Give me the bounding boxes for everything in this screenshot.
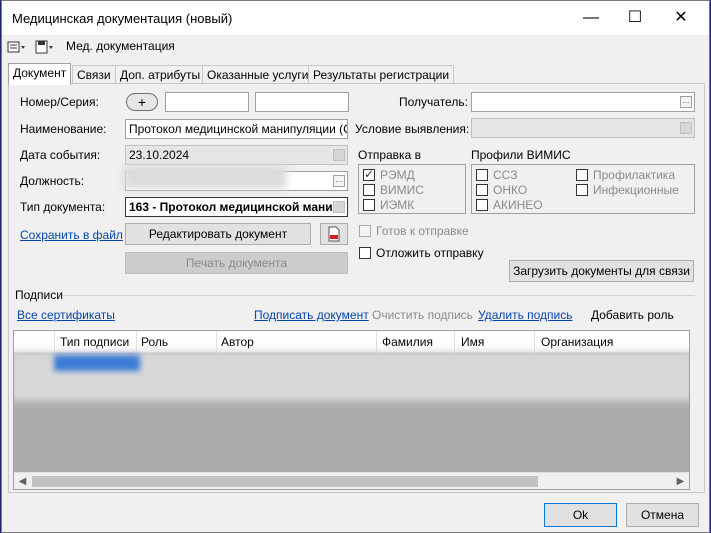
profile-prevention-label: Профилактика — [593, 168, 675, 182]
minimize-button[interactable]: — — [568, 1, 614, 35]
col-sep — [376, 331, 377, 353]
document-window: Медицинская документация (новый) — ☐ ✕ М… — [1, 0, 710, 533]
profile-prevention-checkbox[interactable] — [576, 169, 588, 181]
tab-extra-attributes[interactable]: Доп. атрибуты — [115, 65, 206, 84]
load-documents-button[interactable]: Загрузить документы для связи — [509, 260, 694, 282]
print-document-button[interactable]: Печать документа — [125, 252, 348, 274]
profile-akineo-label: АКИНЕО — [493, 198, 543, 212]
vimis-profiles-label: Профили ВИМИС — [471, 148, 571, 162]
detection-lookup-icon[interactable] — [680, 122, 692, 134]
scroll-left-icon[interactable]: ◀ — [14, 473, 31, 489]
col-signature-type[interactable]: Тип подписи — [60, 335, 129, 349]
maximize-button[interactable]: ☐ — [612, 1, 658, 35]
position-label: Должность: — [20, 174, 85, 188]
doc-type-lookup-icon[interactable] — [333, 201, 345, 213]
col-sep — [136, 331, 137, 353]
number-series-label: Номер/Серия: — [20, 95, 99, 109]
redacted-selected-cell — [54, 355, 140, 371]
grid-horizontal-scrollbar[interactable]: ◀ ▶ — [14, 472, 689, 489]
grid-header: Тип подписи Роль Автор Фамилия Имя Орган… — [14, 331, 689, 353]
signatures-divider — [63, 295, 695, 296]
col-first-name[interactable]: Имя — [461, 335, 484, 349]
signatures-grid: Тип подписи Роль Автор Фамилия Имя Орган… — [13, 330, 690, 490]
event-date-label: Дата события: — [20, 148, 101, 162]
send-vimis-label: ВИМИС — [380, 183, 424, 197]
signatures-section-label: Подписи — [15, 288, 63, 302]
doc-type-label: Тип документа: — [20, 200, 106, 214]
series-input[interactable] — [255, 92, 349, 112]
profile-infectious-checkbox[interactable] — [576, 184, 588, 196]
position-lookup-icon[interactable]: ... — [333, 175, 345, 187]
ready-to-send-label: Готов к отправке — [376, 224, 469, 238]
col-sep — [454, 331, 455, 353]
postpone-send-checkbox[interactable] — [359, 247, 371, 259]
tab-provided-services[interactable]: Оказанные услуги — [202, 65, 314, 84]
col-sep — [534, 331, 535, 353]
col-sep — [216, 331, 217, 353]
detection-condition-label: Условие выявления: — [355, 122, 470, 136]
send-iemk-checkbox[interactable] — [363, 199, 375, 211]
col-author[interactable]: Автор — [221, 335, 254, 349]
toolbar: Мед. документация — [2, 35, 709, 59]
name-label: Наименование: — [20, 122, 107, 136]
send-to-group: РЭМД ВИМИС ИЭМК — [358, 164, 466, 214]
send-vimis-checkbox[interactable] — [363, 184, 375, 196]
send-remd-checkbox[interactable] — [363, 167, 375, 181]
recipient-label: Получатель: — [399, 95, 468, 109]
scroll-thumb[interactable] — [32, 476, 538, 487]
postpone-send-label: Отложить отправку — [376, 246, 484, 260]
doc-type-input[interactable]: 163 - Протокол медицинской мани — [125, 197, 348, 217]
event-date-input[interactable]: 23.10.2024 — [125, 145, 348, 165]
profile-onko-checkbox[interactable] — [476, 184, 488, 196]
add-number-button[interactable]: + — [126, 93, 158, 111]
col-role[interactable]: Роль — [141, 335, 168, 349]
close-button[interactable]: ✕ — [658, 1, 704, 35]
recipient-lookup-icon[interactable]: ... — [680, 96, 692, 108]
profile-ssz-label: ССЗ — [493, 168, 518, 182]
clear-signature-label: Очистить подпись — [372, 308, 473, 322]
col-sep — [54, 331, 55, 353]
sign-document-link[interactable]: Подписать документ — [254, 308, 369, 322]
tab-links[interactable]: Связи — [72, 65, 116, 84]
name-input[interactable]: Протокол медицинской манипуляции (CDA — [125, 119, 348, 139]
ok-button[interactable]: Ok — [544, 503, 617, 527]
document-panel: Номер/Серия: + Наименование: Протокол ме… — [8, 83, 705, 493]
add-role-button[interactable]: Добавить роль — [591, 308, 674, 322]
event-date-value: 23.10.2024 — [129, 148, 190, 162]
tab-registration-results[interactable]: Результаты регистрации — [308, 65, 455, 84]
tab-document[interactable]: Документ — [8, 63, 72, 85]
profile-akineo-checkbox[interactable] — [476, 199, 488, 211]
number-input[interactable] — [165, 92, 249, 112]
redacted-position-value — [123, 165, 287, 189]
ready-to-send-checkbox[interactable] — [359, 225, 371, 237]
edit-document-button[interactable]: Редактировать документ — [125, 223, 311, 245]
col-organization[interactable]: Организация — [541, 335, 613, 349]
list-dropdown-icon[interactable] — [6, 39, 26, 55]
profile-onko-label: ОНКО — [493, 183, 528, 197]
save-to-file-link[interactable]: Сохранить в файл — [20, 228, 123, 242]
profile-infectious-label: Инфекционные — [593, 183, 679, 197]
all-certificates-link[interactable]: Все сертификаты — [17, 308, 115, 322]
save-dropdown-icon[interactable] — [34, 39, 54, 55]
doc-type-value: 163 - Протокол медицинской мани — [129, 200, 333, 214]
profile-ssz-checkbox[interactable] — [476, 169, 488, 181]
detection-condition-input[interactable] — [471, 118, 695, 138]
vimis-profiles-group: ССЗ ОНКО АКИНЕО Профилактика Инфекционны… — [471, 164, 695, 214]
pdf-button[interactable] — [320, 223, 348, 245]
send-iemk-label: ИЭМК — [380, 198, 415, 212]
send-remd-label: РЭМД — [380, 168, 415, 182]
scroll-right-icon[interactable]: ▶ — [672, 473, 689, 489]
delete-signature-link[interactable]: Удалить подпись — [478, 308, 573, 322]
toolbar-menu-label[interactable]: Мед. документация — [66, 39, 175, 53]
recipient-input[interactable]: ... — [471, 92, 695, 112]
col-surname[interactable]: Фамилия — [382, 335, 433, 349]
window-title: Медицинская документация (новый) — [12, 11, 233, 26]
title-bar: Медицинская документация (новый) — ☐ ✕ — [2, 1, 709, 35]
pdf-file-icon — [326, 226, 342, 245]
send-to-label: Отправка в — [358, 148, 421, 162]
date-picker-icon[interactable] — [333, 149, 345, 161]
cancel-button[interactable]: Отмена — [626, 503, 699, 527]
